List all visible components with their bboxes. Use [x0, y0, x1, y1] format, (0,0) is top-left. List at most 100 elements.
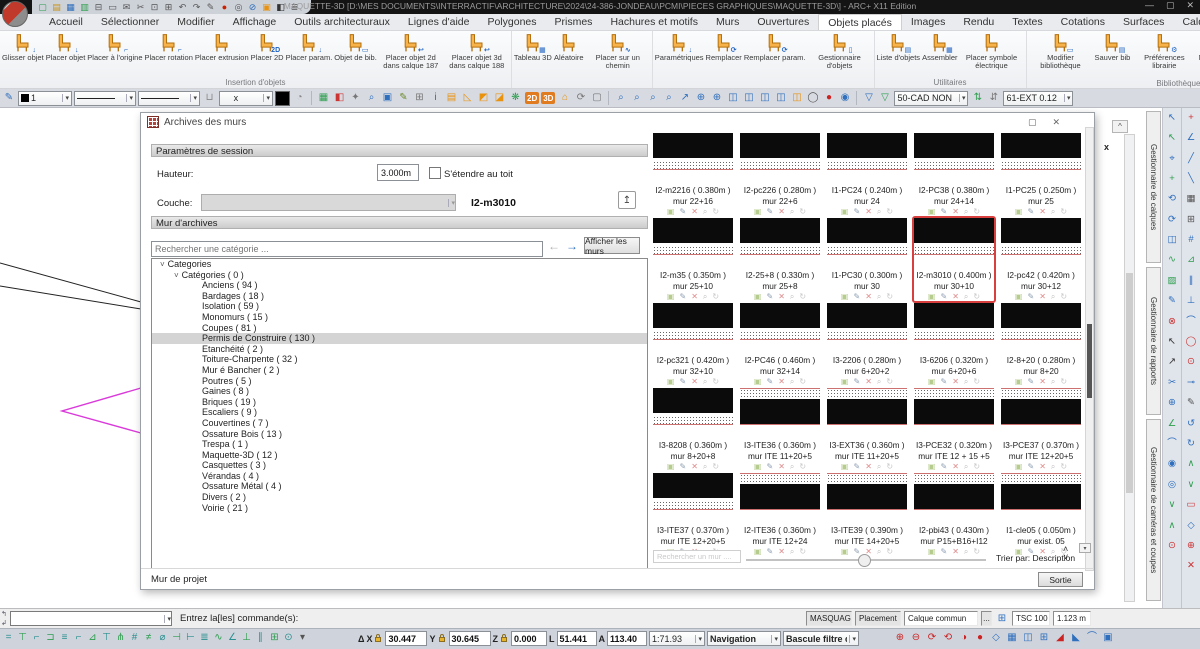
- snap-box-icon[interactable]: ⊐: [44, 631, 57, 645]
- snap-menu-icon[interactable]: ▾: [296, 631, 309, 645]
- grid-fine-icon[interactable]: ▦: [1184, 192, 1199, 207]
- ribbon-button-remplacer[interactable]: ⟳Remplacer: [705, 32, 743, 62]
- refresh-icon[interactable]: ⟳: [573, 91, 588, 106]
- card-zoom-icon[interactable]: ⌕: [703, 463, 707, 471]
- menu-tab-cotations[interactable]: Cotations: [1052, 14, 1114, 30]
- card-select-checkbox[interactable]: ▣: [667, 293, 675, 301]
- ribbon-button-placer-symbole-lectrique[interactable]: Placer symbole électrique: [959, 32, 1025, 70]
- card-edit-pencil-icon[interactable]: ✎: [766, 293, 773, 301]
- category-item-divers-2[interactable]: Divers ( 2 ): [152, 492, 647, 503]
- rect-icon[interactable]: ▭: [1184, 497, 1199, 512]
- category-item-monomurs-15[interactable]: Monomurs ( 15 ): [152, 312, 647, 323]
- menu-tab-rendu[interactable]: Rendu: [954, 14, 1003, 30]
- angle-value[interactable]: 113.40: [607, 631, 647, 646]
- category-item-isolation-59[interactable]: Isolation ( 59 ): [152, 301, 647, 312]
- card-select-checkbox[interactable]: ▣: [928, 378, 936, 386]
- exit-button[interactable]: Sortie: [1038, 572, 1083, 587]
- wall-card-i3-ite36[interactable]: I3-ITE36 ( 0.360m )mur ITE 11+20+5▣✎✕⌕↻: [738, 386, 822, 473]
- wall-card-i3-pce37[interactable]: I3-PCE37 ( 0.370m )mur ITE 12+20+5▣✎✕⌕↻: [999, 386, 1083, 473]
- view-blue-icon[interactable]: ◇: [989, 631, 1003, 645]
- current-color-swatch[interactable]: [275, 91, 290, 106]
- cut-icon[interactable]: ✂: [134, 1, 147, 14]
- card-zoom-icon[interactable]: ⌕: [1051, 378, 1055, 386]
- undo-icon[interactable]: ↶: [176, 1, 189, 14]
- pen-style-icon[interactable]: ✎: [2, 91, 16, 105]
- rotate-left-icon[interactable]: ⊕: [693, 91, 708, 106]
- card-refresh-icon[interactable]: ↻: [712, 208, 719, 216]
- category-item-poutres-5[interactable]: Poutres ( 5 ): [152, 376, 647, 387]
- wall-card-i2-ite36[interactable]: I2-ITE36 ( 0.360m )mur ITE 12+24▣✎✕⌕↻: [738, 471, 822, 558]
- card-edit-pencil-icon[interactable]: ✎: [853, 293, 860, 301]
- pen-select[interactable]: 1 ▾: [18, 91, 72, 106]
- card-refresh-icon[interactable]: ↻: [712, 293, 719, 301]
- crosshair-icon[interactable]: +: [1184, 110, 1199, 125]
- dialog-close-icon[interactable]: ✕: [1052, 117, 1060, 128]
- rotate-ccw-icon[interactable]: ⟲: [1165, 192, 1180, 207]
- card-refresh-icon[interactable]: ↻: [886, 378, 893, 386]
- card-select-checkbox[interactable]: ▣: [841, 548, 849, 556]
- snap-mid-icon[interactable]: ⊤: [16, 631, 29, 645]
- toggle-2d-button[interactable]: 2D: [525, 92, 539, 104]
- linetype-select-2[interactable]: ▾: [138, 91, 200, 106]
- side-tab-gestionnaire-de-cam-ras-et-coupes[interactable]: Gestionnaire de caméras et coupes: [1146, 419, 1161, 601]
- extend-icon[interactable]: ⊕: [1165, 395, 1180, 410]
- layer-full-icon[interactable]: ●: [973, 631, 987, 645]
- hash-icon[interactable]: #: [1184, 232, 1199, 247]
- card-delete-icon[interactable]: ✕: [691, 208, 698, 216]
- ribbon-button-assembler[interactable]: ▦Assembler: [921, 32, 958, 62]
- eye-icon[interactable]: ◉: [837, 91, 852, 106]
- card-zoom-icon[interactable]: ⌕: [790, 463, 794, 471]
- card-refresh-icon[interactable]: ↻: [973, 208, 980, 216]
- print-icon[interactable]: ⊟: [92, 1, 105, 14]
- menu-tab-outils-architecturaux[interactable]: Outils architecturaux: [285, 14, 399, 30]
- card-select-checkbox[interactable]: ▣: [841, 208, 849, 216]
- chevron-down-icon[interactable]: ▾: [164, 615, 171, 623]
- perp-icon[interactable]: ⊥: [1184, 294, 1199, 309]
- x-lock-icon[interactable]: [374, 634, 383, 643]
- menu-tab-hachures-et-motifs[interactable]: Hachures et motifs: [601, 14, 707, 30]
- ribbon-button-sauver-bib[interactable]: ▤Sauver bib: [1094, 32, 1132, 62]
- menu-tab-prismes[interactable]: Prismes: [546, 14, 602, 30]
- card-delete-icon[interactable]: ✕: [691, 378, 698, 386]
- card-zoom-icon[interactable]: ⌕: [877, 548, 881, 556]
- red-dot-icon[interactable]: ●: [821, 91, 836, 106]
- trim-icon[interactable]: ✂: [1165, 375, 1180, 390]
- pan-icon[interactable]: ↗: [677, 91, 692, 106]
- side-tab-gestionnaire-de-rapports[interactable]: Gestionnaire de rapports: [1146, 267, 1161, 415]
- card-edit-pencil-icon[interactable]: ✎: [940, 463, 947, 471]
- triangle-icon[interactable]: ⊿: [1184, 253, 1199, 268]
- hatch2-icon[interactable]: ◺: [460, 91, 475, 106]
- mail-icon[interactable]: ✉: [120, 1, 133, 14]
- card-edit-pencil-icon[interactable]: ✎: [1027, 378, 1034, 386]
- camera2-icon[interactable]: ◎: [1165, 477, 1180, 492]
- extend-roof-checkbox[interactable]: [429, 167, 441, 179]
- zoom-out-icon[interactable]: ⌕: [629, 91, 644, 106]
- ribbon-button-modifier-biblioth-que[interactable]: ▭Modifier bibliothèque: [1028, 32, 1094, 70]
- card-select-checkbox[interactable]: ▣: [928, 208, 936, 216]
- paste-icon[interactable]: ⊞: [162, 1, 175, 14]
- category-item-anciens-94[interactable]: Anciens ( 94 ): [152, 280, 647, 291]
- view-cube-2-icon[interactable]: ◫: [741, 91, 756, 106]
- card-select-checkbox[interactable]: ▣: [667, 463, 675, 471]
- ribbon-button-al-atoire[interactable]: Aléatoire: [553, 32, 585, 62]
- side-tab-gestionnaire-de-calques[interactable]: Gestionnaire de calques: [1146, 111, 1161, 263]
- grid-colors-icon[interactable]: ▦: [316, 91, 331, 106]
- ribbon-button-liste-d-objets[interactable]: ▤Liste d'objets: [876, 32, 922, 62]
- card-delete-icon[interactable]: ✕: [865, 378, 872, 386]
- filter-green-icon[interactable]: ▽: [877, 91, 892, 106]
- select-arrow-icon[interactable]: ↖: [1165, 110, 1180, 125]
- card-delete-icon[interactable]: ✕: [1039, 293, 1046, 301]
- card-zoom-icon[interactable]: ⌕: [877, 293, 881, 301]
- card-edit-pencil-icon[interactable]: ✎: [1027, 463, 1034, 471]
- card-delete-icon[interactable]: ✕: [1039, 463, 1046, 471]
- menu-tab-surfaces[interactable]: Surfaces: [1114, 14, 1173, 30]
- help-icon[interactable]: ⊘: [246, 1, 259, 14]
- card-delete-icon[interactable]: ✕: [952, 293, 959, 301]
- card-zoom-icon[interactable]: ⌕: [964, 208, 968, 216]
- ribbon-button-tableau-3d[interactable]: ▦Tableau 3D: [513, 32, 553, 62]
- grid-coarse-icon[interactable]: ⊞: [1184, 212, 1199, 227]
- card-edit-pencil-icon[interactable]: ✎: [853, 378, 860, 386]
- snap-right-icon[interactable]: ⊢: [184, 631, 197, 645]
- card-refresh-icon[interactable]: ↻: [1060, 208, 1067, 216]
- move-icon[interactable]: ⌖: [1165, 151, 1180, 166]
